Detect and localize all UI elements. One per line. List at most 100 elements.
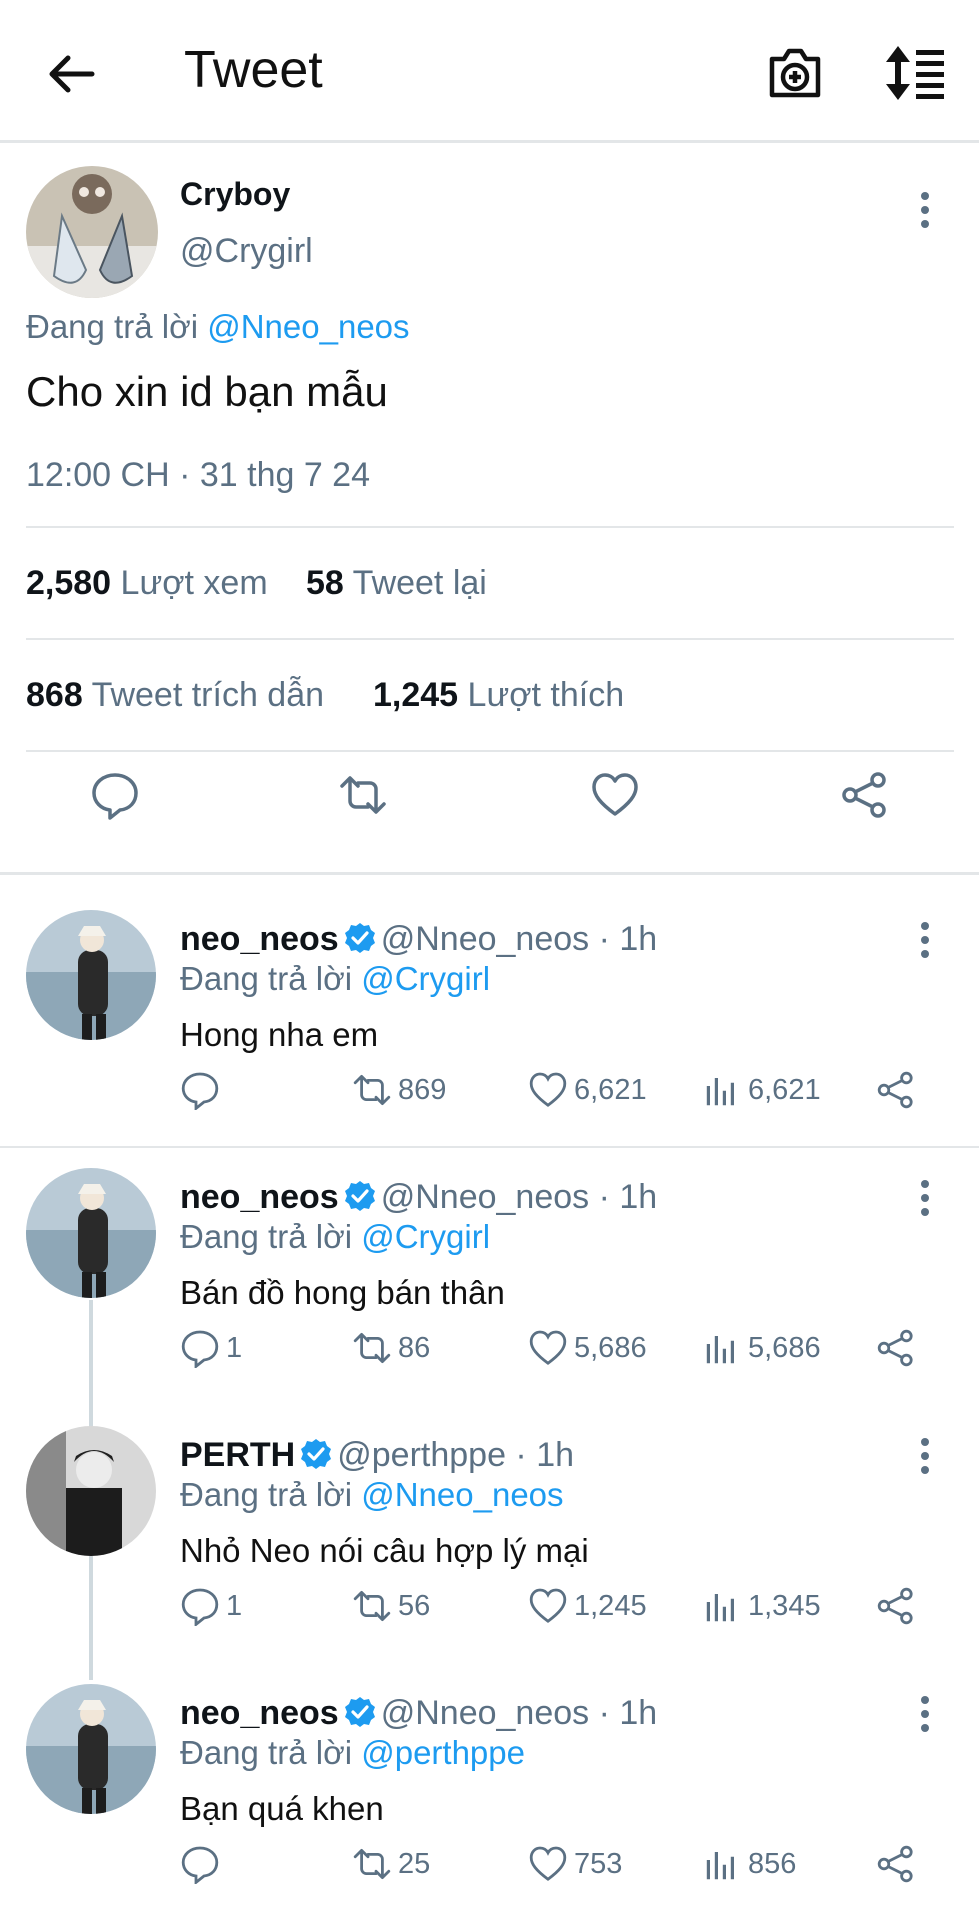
reply-icon[interactable] [90, 770, 140, 820]
views-button[interactable]: 6,621 [702, 1068, 821, 1112]
more-options-icon[interactable] [912, 1178, 938, 1218]
retweet-icon [353, 1849, 391, 1879]
reply-author-name[interactable]: PERTH [180, 1436, 295, 1474]
reply-header: neo_neos @Nneo_neos · 1h [180, 920, 658, 958]
views-button[interactable]: 856 [702, 1842, 796, 1886]
like-icon [529, 1330, 567, 1365]
sort-icon[interactable] [884, 44, 946, 102]
reply-author-handle[interactable]: @Nneo_neos [381, 1178, 589, 1216]
avatar[interactable] [26, 166, 158, 298]
retweet-button[interactable]: 56 [352, 1584, 430, 1628]
like-icon [529, 1072, 567, 1107]
quotes-stat[interactable]: 868 Tweet trích dẫn [26, 676, 324, 715]
replying-to: Đang trả lời @Crygirl [180, 1218, 491, 1255]
retweet-icon [353, 1333, 391, 1363]
reply-icon [181, 1330, 219, 1368]
reply-to-link[interactable]: @Nneo_neos [207, 308, 409, 345]
reply-author-handle[interactable]: @perthppe [337, 1436, 506, 1474]
share-button[interactable] [876, 1584, 922, 1628]
replying-to: Đang trả lời @Crygirl [180, 960, 491, 997]
reply-author-name[interactable]: neo_neos [180, 920, 339, 958]
more-options-icon[interactable] [912, 1694, 938, 1734]
author-handle[interactable]: @Crygirl [180, 232, 313, 271]
replying-to: Đang trả lời @Nneo_neos [26, 308, 410, 345]
views-stat: 2,580 Lượt xem [26, 564, 268, 602]
reply-text: Hong nha em [180, 1016, 379, 1053]
reply-age: 1h [619, 1178, 658, 1216]
like-icon [529, 1588, 567, 1623]
retweet-button[interactable]: 869 [352, 1068, 446, 1112]
reply-text: Bán đồ hong bán thân [180, 1274, 505, 1311]
reply-author-name[interactable]: neo_neos [180, 1178, 339, 1216]
views-chart-icon [706, 1594, 734, 1622]
share-button[interactable] [876, 1842, 922, 1886]
views-chart-icon [706, 1852, 734, 1880]
reply-author-handle[interactable]: @Nneo_neos [381, 1694, 589, 1732]
views-chart-icon [706, 1078, 734, 1106]
like-icon[interactable] [590, 770, 640, 820]
share-icon [877, 1587, 913, 1625]
reply-actions: 869 6,621 6,621 [0, 1068, 979, 1112]
like-button[interactable]: 753 [528, 1842, 622, 1886]
retweet-icon [353, 1591, 391, 1621]
page-title: Tweet [184, 41, 323, 99]
reply-author-handle[interactable]: @Nneo_neos [381, 920, 589, 958]
retweet-button[interactable]: 86 [352, 1326, 430, 1370]
tweet-timestamp: 12:00 CH · 31 thg 7 24 [26, 456, 371, 494]
reply-to-link[interactable]: @Crygirl [361, 960, 490, 997]
share-button[interactable] [876, 1068, 922, 1112]
divider [26, 638, 954, 640]
reply-to-link[interactable]: @perthppe [361, 1734, 525, 1771]
avatar[interactable] [26, 1426, 156, 1556]
reply-button[interactable]: 1 [180, 1326, 242, 1370]
reply-age: 1h [619, 1694, 658, 1732]
views-chart-icon [706, 1336, 734, 1364]
back-arrow-icon[interactable] [44, 46, 100, 102]
likes-stat[interactable]: 1,245 Lượt thích [373, 676, 624, 715]
replying-to: Đang trả lời @perthppe [180, 1734, 525, 1771]
author-name[interactable]: Cryboy [180, 176, 290, 213]
avatar[interactable] [26, 910, 156, 1040]
reply-to-link[interactable]: @Crygirl [361, 1218, 490, 1255]
verified-badge-icon [344, 923, 375, 953]
retweet-button[interactable]: 25 [352, 1842, 430, 1886]
reply-icon [181, 1072, 219, 1110]
replying-to: Đang trả lời @Nneo_neos [180, 1476, 564, 1513]
retweets-stat[interactable]: 58 Tweet lại [306, 564, 487, 603]
reply-actions: 1 56 1,245 1,345 [0, 1584, 979, 1628]
like-icon [529, 1846, 567, 1881]
share-icon [877, 1329, 913, 1367]
tweet-text: Cho xin id bạn mẫu [26, 368, 388, 415]
camera-add-icon[interactable] [766, 45, 824, 101]
reply-text: Nhỏ Neo nói câu hợp lý mại [180, 1532, 589, 1569]
like-button[interactable]: 6,621 [528, 1068, 647, 1112]
like-button[interactable]: 5,686 [528, 1326, 647, 1370]
reply-to-link[interactable]: @Nneo_neos [361, 1476, 563, 1513]
verified-badge-icon [344, 1697, 375, 1727]
reply-age: 1h [619, 920, 658, 958]
reply-button[interactable] [180, 1068, 226, 1112]
retweet-icon[interactable] [338, 770, 388, 820]
reply-button[interactable]: 1 [180, 1584, 242, 1628]
views-button[interactable]: 1,345 [702, 1584, 821, 1628]
reply-header: neo_neos @Nneo_neos · 1h [180, 1178, 658, 1216]
views-button[interactable]: 5,686 [702, 1326, 821, 1370]
reply-author-name[interactable]: neo_neos [180, 1694, 339, 1732]
reply-actions: 25 753 856 [0, 1842, 979, 1886]
share-icon[interactable] [840, 770, 890, 820]
more-options-icon[interactable] [912, 190, 938, 230]
more-options-icon[interactable] [912, 1436, 938, 1476]
reply-header: PERTH @perthppe · 1h [180, 1436, 575, 1474]
share-button[interactable] [876, 1326, 922, 1370]
like-button[interactable]: 1,245 [528, 1584, 647, 1628]
retweet-icon [353, 1075, 391, 1105]
verified-badge-icon [344, 1181, 375, 1211]
avatar[interactable] [26, 1168, 156, 1298]
reply-icon [181, 1588, 219, 1626]
reply-text: Bạn quá khen [180, 1790, 384, 1827]
reply-button[interactable] [180, 1842, 226, 1886]
reply-icon [181, 1846, 219, 1884]
more-options-icon[interactable] [912, 920, 938, 960]
avatar[interactable] [26, 1684, 156, 1814]
verified-badge-icon [301, 1439, 332, 1469]
